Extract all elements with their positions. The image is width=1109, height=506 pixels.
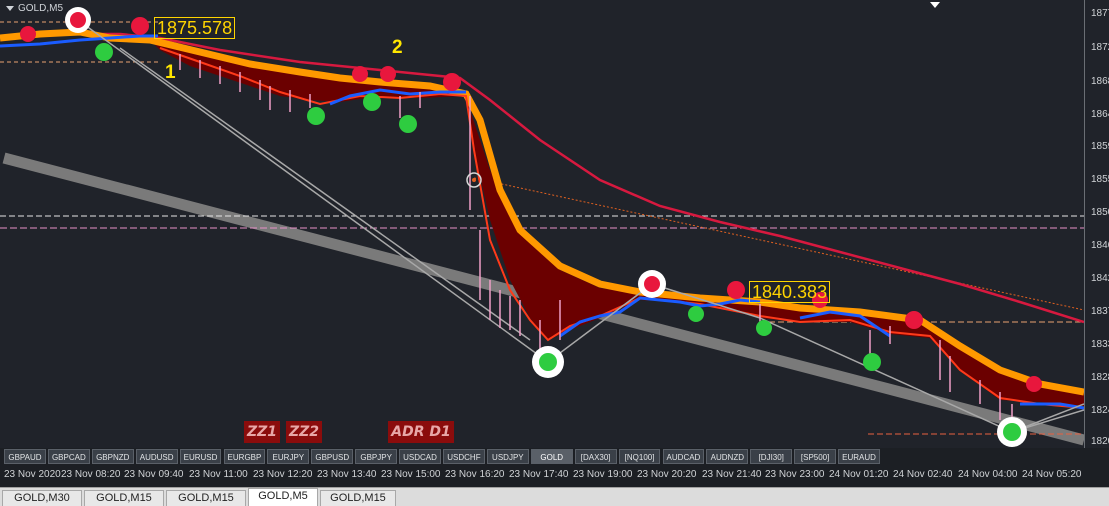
pivot-marker-high-2	[638, 270, 666, 298]
zz2-button[interactable]: ZZ2	[286, 421, 322, 443]
price-label-high: 1875.578	[154, 17, 236, 39]
price-axis[interactable]: 1877 1872 1868 1864 1859 1855 1850 1846 …	[1084, 0, 1109, 448]
time-axis-label: 23 Nov 23:00	[765, 469, 825, 480]
time-axis-label: 23 Nov 12:20	[253, 469, 313, 480]
time-axis-label: 23 Nov 17:40	[509, 469, 569, 480]
symbol-button[interactable]: USDCAD	[399, 449, 441, 464]
time-axis-label: 23 Nov 11:00	[189, 469, 248, 480]
price-axis-label: 1868	[1091, 76, 1109, 87]
pivot-marker-high-1	[65, 7, 91, 33]
symbol-button[interactable]: [DAX30]	[574, 449, 617, 464]
time-axis-label: 24 Nov 01:20	[829, 469, 889, 480]
zz1-button[interactable]: ZZ1	[244, 421, 280, 443]
chart-tab[interactable]: GOLD,M15	[320, 490, 396, 506]
chart-tab[interactable]: GOLD,M5	[248, 488, 318, 506]
ema-fast-line	[0, 28, 1084, 396]
price-axis-label: 1859	[1091, 141, 1109, 152]
symbol-button[interactable]: AUDUSD	[135, 449, 178, 464]
price-axis-label: 1842	[1091, 273, 1109, 284]
price-axis-label: 1833	[1091, 339, 1109, 350]
pivot-marker-low-2	[997, 417, 1027, 447]
price-axis-label: 1846	[1091, 240, 1109, 251]
time-axis-label: 23 Nov 16:20	[445, 469, 505, 480]
symbol-button[interactable]: AUDNZD	[706, 449, 749, 464]
time-axis-label: 24 Nov 05:20	[1022, 469, 1082, 480]
price-axis-label: 1877	[1091, 8, 1109, 19]
time-axis-label: 23 Nov 13:40	[317, 469, 377, 480]
time-axis-label: 23 Nov 19:00	[573, 469, 633, 480]
price-axis-label: 1864	[1091, 109, 1109, 120]
symbol-button[interactable]: GOLD	[530, 449, 573, 464]
chart-area[interactable]: GOLD,M5 1875.578 1840.383 1 2 ZZ1 ZZ2 AD…	[0, 0, 1109, 448]
symbol-button-bar: GBPAUD GBPCAD GBPNZD AUDUSD EURUSD EURGBP EURJ…	[4, 449, 1082, 465]
chart-tab[interactable]: GOLD,M15	[166, 490, 246, 506]
symbol-button[interactable]: GBPUSD	[311, 449, 354, 464]
wave-label-2: 2	[392, 37, 403, 58]
symbol-period-label: GOLD,M5	[6, 3, 63, 14]
symbol-button[interactable]: [SP500]	[794, 449, 837, 464]
price-axis-label: 1820	[1091, 436, 1109, 447]
symbol-button[interactable]: GBPJPY	[355, 449, 398, 464]
symbol-button[interactable]: GBPAUD	[4, 449, 46, 464]
time-axis[interactable]: 23 Nov 2020 23 Nov 08:20 23 Nov 09:40 23 No…	[0, 467, 1084, 483]
symbol-button[interactable]: AUDCAD	[662, 449, 705, 464]
wave-label-1: 1	[165, 62, 176, 83]
symbol-button[interactable]: EURGBP	[223, 449, 266, 464]
symbol-button[interactable]: [DJI30]	[750, 449, 793, 464]
zigzag-line	[77, 19, 1084, 433]
time-axis-label: 23 Nov 2020	[4, 469, 61, 480]
symbol-button[interactable]: [NQ100]	[618, 449, 661, 464]
price-axis-label: 1824	[1091, 405, 1109, 416]
symbol-button[interactable]: USDJPY	[486, 449, 529, 464]
candles	[179, 54, 1013, 436]
time-axis-label: 23 Nov 15:00	[381, 469, 441, 480]
chevron-down-icon[interactable]	[6, 5, 14, 11]
symbol-button[interactable]: GBPCAD	[47, 449, 90, 464]
symbol-button[interactable]: EURJPY	[267, 449, 310, 464]
price-axis-label: 1872	[1091, 42, 1109, 53]
symbol-button[interactable]: EURAUD	[838, 449, 880, 464]
symbol-button[interactable]: USDCHF	[443, 449, 485, 464]
chevron-down-icon[interactable]	[930, 2, 940, 8]
time-axis-label: 23 Nov 21:40	[702, 469, 762, 480]
time-axis-label: 23 Nov 20:20	[637, 469, 697, 480]
symbol-button[interactable]: EURUSD	[179, 449, 222, 464]
time-axis-label: 23 Nov 08:20	[61, 469, 121, 480]
chart-tab[interactable]: GOLD,M15	[84, 490, 164, 506]
time-axis-label: 23 Nov 09:40	[124, 469, 184, 480]
chart-tab-bar: GOLD,M30 GOLD,M15 GOLD,M15 GOLD,M5 GOLD,M15	[0, 487, 1109, 506]
pivot-marker-low-1	[532, 346, 564, 378]
price-chart[interactable]	[0, 0, 1084, 448]
chart-tab[interactable]: GOLD,M30	[2, 490, 82, 506]
price-label-mid: 1840.383	[749, 281, 831, 303]
adr-d1-button[interactable]: ADR D1	[388, 421, 454, 443]
time-axis-label: 24 Nov 02:40	[893, 469, 953, 480]
symbol-button[interactable]: GBPNZD	[91, 449, 134, 464]
symbol-label-text: GOLD,M5	[18, 3, 64, 14]
price-axis-label: 1828	[1091, 372, 1109, 383]
price-axis-label: 1837	[1091, 306, 1109, 317]
price-axis-label: 1850	[1091, 207, 1109, 218]
time-axis-label: 24 Nov 04:00	[958, 469, 1018, 480]
price-axis-label: 1855	[1091, 174, 1109, 185]
